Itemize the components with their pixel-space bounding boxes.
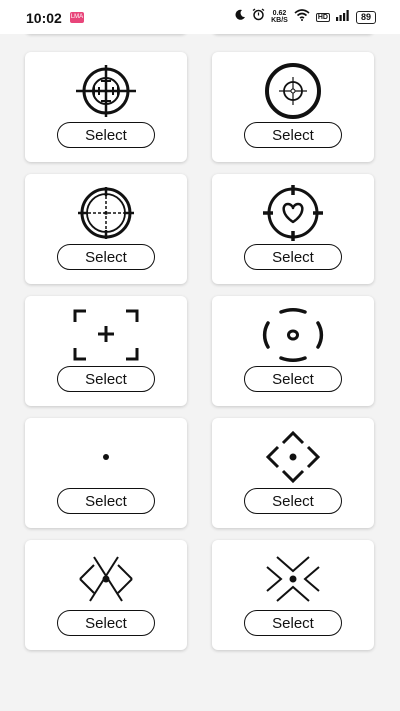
- crosshair-card[interactable]: Select: [25, 52, 187, 162]
- select-button[interactable]: Select: [57, 488, 155, 514]
- crosshair-dashed-scope-icon: [25, 182, 187, 244]
- net-speed-value: 0.62: [272, 10, 287, 17]
- crosshair-heart-icon: [212, 182, 374, 244]
- select-button[interactable]: Select: [244, 122, 342, 148]
- crosshair-card[interactable]: Select: [25, 540, 187, 650]
- select-button[interactable]: Select: [57, 610, 155, 636]
- net-speed-unit: KB/S: [271, 17, 288, 24]
- select-button[interactable]: Select: [244, 366, 342, 392]
- hd-icon: HD: [315, 12, 330, 22]
- battery-icon: 89: [355, 10, 376, 24]
- notification-badge-icon: LMA: [70, 12, 84, 23]
- crosshair-card[interactable]: Select: [25, 174, 187, 284]
- status-bar: 10:02 LMA 0.62 KB/S HD 89: [0, 0, 400, 34]
- select-button[interactable]: Select: [57, 366, 155, 392]
- crosshair-dot-icon: [25, 426, 187, 488]
- crosshair-chevrons-icon: [212, 548, 374, 610]
- status-time: 10:02: [26, 10, 62, 26]
- crosshair-scope-icon: [25, 60, 187, 122]
- alarm-icon: [252, 8, 265, 26]
- crosshair-broken-circle-icon: [212, 304, 374, 366]
- crosshair-card[interactable]: Select: [212, 540, 374, 650]
- status-icons: 0.62 KB/S HD 89: [234, 8, 376, 26]
- crosshair-card[interactable]: Select: [25, 418, 187, 528]
- crosshair-card[interactable]: Select: [212, 174, 374, 284]
- bottom-spacer: [0, 690, 400, 711]
- crosshair-x-lines-icon: [25, 548, 187, 610]
- select-button[interactable]: Select: [244, 244, 342, 270]
- crosshair-diamond-arrows-icon: [212, 426, 374, 488]
- signal-icon: [335, 8, 350, 26]
- select-button[interactable]: Select: [244, 488, 342, 514]
- moon-icon: [234, 8, 246, 26]
- crosshair-card[interactable]: Select: [212, 52, 374, 162]
- crosshair-ring-dot-icon: [212, 60, 374, 122]
- net-speed: 0.62 KB/S: [271, 10, 288, 24]
- select-button[interactable]: Select: [244, 610, 342, 636]
- crosshair-card[interactable]: Select: [212, 296, 374, 406]
- crosshair-card[interactable]: Select: [25, 296, 187, 406]
- crosshair-corner-brackets-icon: [25, 304, 187, 366]
- crosshair-card[interactable]: Select: [212, 418, 374, 528]
- crosshair-grid: Select Select Select Select Select Selec…: [0, 0, 400, 711]
- wifi-icon: [294, 8, 310, 26]
- select-button[interactable]: Select: [57, 122, 155, 148]
- select-button[interactable]: Select: [57, 244, 155, 270]
